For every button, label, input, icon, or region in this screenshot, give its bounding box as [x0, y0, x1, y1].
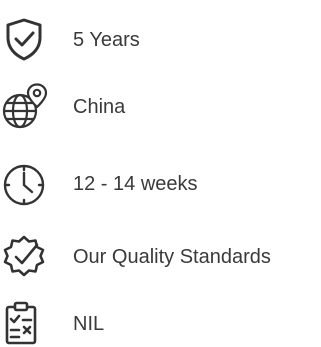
info-row-lead-time: 12 - 14 weeks — [0, 160, 321, 208]
info-row-warranty: 5 Years — [0, 16, 321, 64]
clipboard-checklist-icon — [0, 300, 48, 347]
shield-check-icon — [0, 16, 48, 64]
product-info-list: 5 Years China 12 - 14 weeks Our Quality … — [0, 0, 321, 347]
info-row-origin: China — [0, 83, 321, 131]
info-label-warranty: 5 Years — [73, 29, 140, 51]
info-row-certification: NIL — [0, 300, 321, 347]
info-label-quality: Our Quality Standards — [73, 246, 271, 268]
globe-location-icon — [0, 83, 48, 131]
info-label-lead-time: 12 - 14 weeks — [73, 173, 198, 195]
info-row-quality: Our Quality Standards — [0, 233, 321, 281]
info-label-origin: China — [73, 96, 126, 118]
clock-icon — [0, 160, 48, 208]
info-label-certification: NIL — [73, 313, 105, 335]
quality-badge-check-icon — [0, 233, 48, 281]
